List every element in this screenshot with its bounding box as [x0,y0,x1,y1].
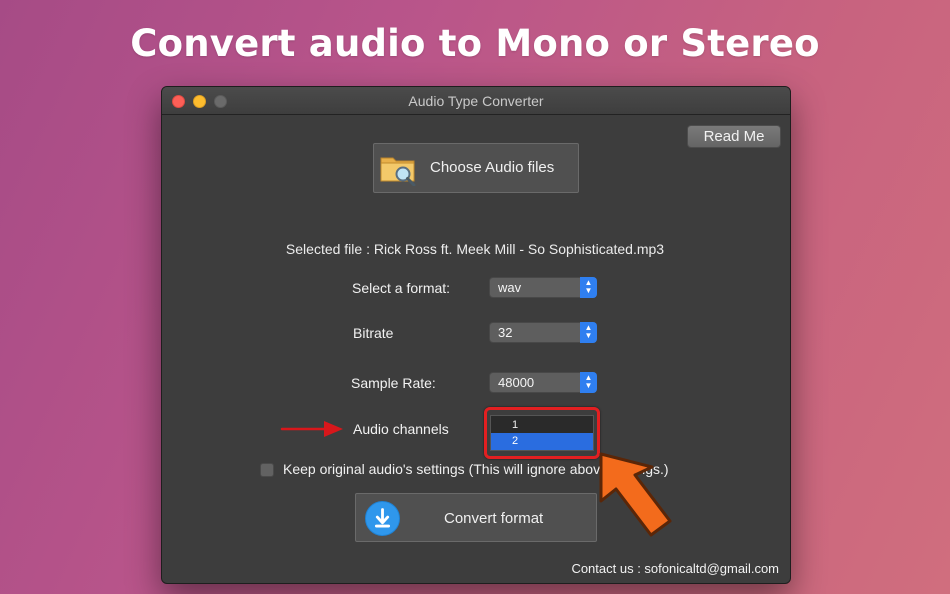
convert-format-label: Convert format [444,510,544,527]
sample-rate-select[interactable]: 48000 ▲ ▼ [489,372,597,393]
audio-channels-option-1[interactable]: 1 [491,417,593,434]
red-arrow-icon [280,421,343,437]
selected-file-text: Selected file : Rick Ross ft. Meek Mill … [285,241,665,257]
app-window: Audio Type Converter Read Me Choose Audi… [161,86,791,584]
contact-text: Contact us : sofonicaltd@gmail.com [571,561,779,576]
bitrate-label: Bitrate [353,325,394,341]
keep-settings-label[interactable]: Keep original audio's settings (This wil… [283,461,753,477]
audio-channels-label: Audio channels [353,421,449,437]
audio-channels-option-2[interactable]: 2 [491,433,593,450]
convert-format-button[interactable]: Convert format [355,493,597,542]
title-bar[interactable]: Audio Type Converter [162,87,790,115]
keep-settings-checkbox[interactable] [260,463,274,477]
download-icon [365,501,400,536]
chevron-updown-icon: ▲ ▼ [580,322,597,343]
format-value: wav [498,280,522,295]
bitrate-select[interactable]: 32 ▲ ▼ [489,322,597,343]
choose-audio-files-button[interactable]: Choose Audio files [373,143,579,193]
orange-pointer-arrow-icon [599,452,672,537]
sample-rate-label: Sample Rate: [351,375,436,391]
format-label: Select a format: [352,280,451,296]
chevron-updown-icon: ▲ ▼ [580,372,597,393]
sample-rate-value: 48000 [498,375,535,390]
format-select[interactable]: wav ▲ ▼ [489,277,597,298]
folder-search-icon [380,157,416,186]
bitrate-value: 32 [498,325,513,340]
headline: Convert audio to Mono or Stereo [130,22,820,65]
window-title: Audio Type Converter [408,93,544,109]
chevron-updown-icon: ▲ ▼ [580,277,597,298]
audio-channels-dropdown[interactable]: 1 2 [484,407,600,459]
audio-channels-menu: 1 2 [490,415,594,451]
choose-audio-files-label: Choose Audio files [430,159,555,176]
read-me-button[interactable]: Read Me [687,125,781,148]
